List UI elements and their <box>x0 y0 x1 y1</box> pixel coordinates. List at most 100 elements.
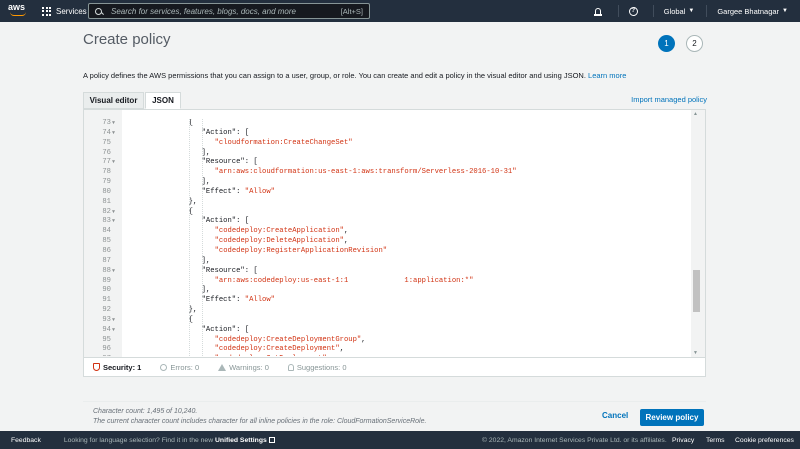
json-token: , <box>339 345 345 354</box>
code-text: "Effect": "Allow" <box>202 188 275 198</box>
code-line[interactable]: 89 "arn:aws:codedeploy:us-east-1:1 1:appl… <box>84 277 684 287</box>
code-line[interactable]: 81}, <box>84 198 684 208</box>
top-navigation: aws Services Search for services, featur… <box>0 0 800 22</box>
code-line[interactable]: 83 ▼ "Action": [ <box>84 217 684 227</box>
code-line[interactable]: 85 "codedeploy:DeleteApplication", <box>84 237 684 247</box>
terms-link[interactable]: Terms <box>706 437 725 444</box>
code-line[interactable]: 79], <box>84 178 684 188</box>
code-line[interactable]: 82 ▼{ <box>84 208 684 218</box>
cancel-button[interactable]: Cancel <box>602 411 628 420</box>
line-number: 92 <box>102 306 111 315</box>
indent-guide <box>201 119 203 356</box>
code-line[interactable]: 91 "Effect": "Allow" <box>84 296 684 306</box>
services-menu[interactable]: Services <box>42 6 87 16</box>
code-area[interactable]: 73 ▼{74 ▼ "Action": [75 "cloudformation:Crea… <box>84 119 684 356</box>
code-text: ], <box>202 149 211 159</box>
code-line[interactable]: 93 ▼{ <box>84 316 684 326</box>
json-string: "codedeploy:CreateDeploymentGroup" <box>214 335 362 344</box>
line-number: 73 <box>102 119 111 127</box>
scroll-thumb[interactable] <box>693 270 700 312</box>
json-string: "Allow" <box>244 187 275 196</box>
json-token: ], <box>201 178 211 187</box>
code-line[interactable]: 78 "arn:aws:cloudformation:us-east-1:aws:… <box>84 168 684 178</box>
search-input[interactable]: Search for services, features, blogs, do… <box>88 3 370 19</box>
import-managed-policy-link[interactable]: Import managed policy <box>631 95 707 104</box>
region-menu[interactable]: Global ▼ <box>664 7 695 16</box>
fold-arrow-icon[interactable]: ▼ <box>112 158 115 168</box>
editor-scrollbar[interactable]: ▲ ▼ <box>691 110 705 357</box>
json-token: }, <box>188 306 198 315</box>
json-token: "Action": [ <box>201 325 250 334</box>
line-number: 85 <box>102 237 111 246</box>
tab-json[interactable]: JSON <box>145 92 181 109</box>
warnings-status[interactable]: Warnings: 0 <box>218 363 269 372</box>
code-line[interactable]: 90], <box>84 286 684 296</box>
step-2-indicator[interactable]: 2 <box>686 35 703 52</box>
fold-arrow-icon[interactable]: ▼ <box>112 129 115 139</box>
fold-arrow-icon[interactable]: ▼ <box>112 326 115 336</box>
errors-status[interactable]: Errors: 0 <box>160 363 199 372</box>
language-notice-text: Looking for language selection? Find it … <box>63 436 214 444</box>
scroll-down-icon[interactable]: ▼ <box>693 350 698 356</box>
feedback-link[interactable]: Feedback <box>11 437 41 444</box>
fold-arrow-icon[interactable]: ▼ <box>112 208 115 218</box>
code-line[interactable]: 88 ▼ "Resource": [ <box>84 267 684 277</box>
security-status[interactable]: Security: 1 <box>93 363 141 372</box>
json-token: "Resource": [ <box>201 266 258 275</box>
json-token: "Effect": <box>201 296 245 305</box>
console-footer: Feedback Looking for language selection?… <box>0 431 800 449</box>
line-number: 95 <box>102 335 111 344</box>
json-token: }, <box>188 197 198 206</box>
json-string: "Allow" <box>244 296 275 305</box>
scroll-up-icon[interactable]: ▲ <box>693 111 698 117</box>
suggestions-status[interactable]: Suggestions: 0 <box>287 363 347 372</box>
code-line[interactable]: 95 "codedeploy:CreateDeploymentGroup", <box>84 336 684 346</box>
language-notice: Looking for language selection? Find it … <box>63 436 275 444</box>
account-menu[interactable]: Gargee Bhatnagar ▼ <box>717 7 788 16</box>
code-line[interactable]: 97 "codedeploy:GetDeployment" <box>84 355 684 356</box>
code-text: "codedeploy:CreateDeployment", <box>215 345 344 355</box>
privacy-link[interactable]: Privacy <box>672 437 694 444</box>
code-line[interactable]: 86 "codedeploy:RegisterApplicationRevisio… <box>84 247 684 257</box>
search-placeholder: Search for services, features, blogs, do… <box>111 6 296 16</box>
code-text: "Action": [ <box>202 217 249 227</box>
bell-icon[interactable] <box>594 7 603 16</box>
code-line[interactable]: 96 "codedeploy:CreateDeployment", <box>84 345 684 355</box>
cookie-preferences-link[interactable]: Cookie preferences <box>735 437 794 444</box>
code-line[interactable]: 77 ▼ "Resource": [ <box>84 158 684 168</box>
tab-visual-editor[interactable]: Visual editor <box>83 92 144 109</box>
json-token: , <box>344 227 349 236</box>
line-number: 82 <box>102 207 111 216</box>
code-line[interactable]: 76], <box>84 149 684 159</box>
fold-arrow-icon[interactable]: ▼ <box>112 119 115 129</box>
fold-arrow-icon[interactable]: ▼ <box>112 316 115 326</box>
json-string: "arn:aws:codedeploy:us-east-1:1 1:applic… <box>214 276 474 285</box>
code-line[interactable]: 84 "codedeploy:CreateApplication", <box>84 227 684 237</box>
code-line[interactable]: 92}, <box>84 306 684 316</box>
help-icon[interactable]: ? <box>628 6 638 16</box>
review-policy-button[interactable]: Review policy <box>640 409 704 426</box>
json-editor[interactable]: 73 ▼{74 ▼ "Action": [75 "cloudformation:Crea… <box>83 109 706 377</box>
json-string: "codedeploy:DeleteApplication" <box>214 237 344 246</box>
code-line[interactable]: 75 "cloudformation:CreateChangeSet" <box>84 139 684 149</box>
code-line[interactable]: 74 ▼ "Action": [ <box>84 129 684 139</box>
code-text: }, <box>189 198 198 208</box>
json-string: "cloudformation:CreateChangeSet" <box>214 138 353 147</box>
code-line[interactable]: 87], <box>84 257 684 267</box>
code-line[interactable]: 80 "Effect": "Allow" <box>84 188 684 198</box>
code-text: "cloudformation:CreateChangeSet" <box>215 139 353 149</box>
code-line[interactable]: 73 ▼{ <box>84 119 684 129</box>
divider <box>706 5 708 17</box>
aws-logo[interactable]: aws <box>8 3 30 19</box>
fold-arrow-icon[interactable]: ▼ <box>112 217 115 227</box>
region-label: Global <box>663 6 686 16</box>
editor-status-bar: Security: 1 Errors: 0 Warnings: 0 Sugges… <box>84 357 705 376</box>
unified-settings-link[interactable]: Unified Settings <box>215 437 267 444</box>
code-text: "Effect": "Allow" <box>202 296 275 306</box>
code-line[interactable]: 94 ▼ "Action": [ <box>84 326 684 336</box>
line-number: 94 <box>102 325 111 334</box>
line-number: 91 <box>102 296 111 305</box>
learn-more-link[interactable]: Learn more <box>588 71 626 80</box>
fold-arrow-icon[interactable]: ▼ <box>112 267 115 277</box>
code-text: "codedeploy:CreateDeploymentGroup", <box>215 336 366 346</box>
